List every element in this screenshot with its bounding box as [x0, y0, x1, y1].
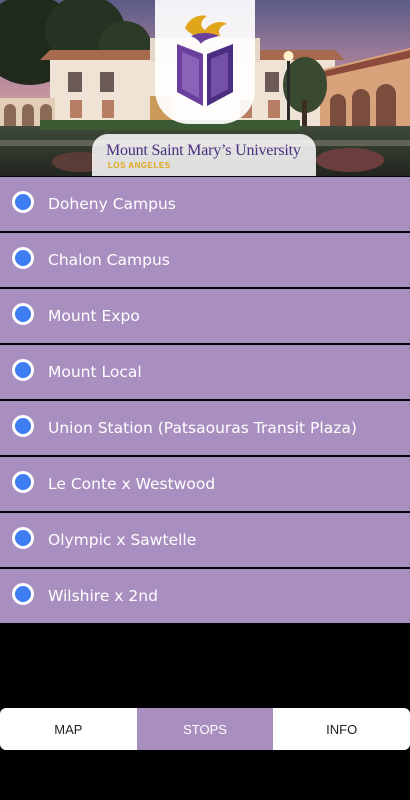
radio-dot-icon [12, 527, 34, 549]
stop-label: Union Station (Patsaouras Transit Plaza) [48, 419, 357, 437]
radio-dot-icon [12, 247, 34, 269]
campus-header-photo: Mount Saint Mary’s University LOS ANGELE… [0, 0, 410, 176]
stop-item-olympic-sawtelle[interactable]: Olympic x Sawtelle [0, 513, 410, 567]
tab-info[interactable]: INFO [273, 708, 410, 750]
app-screen: Mount Saint Mary’s University LOS ANGELE… [0, 0, 410, 800]
bottom-tab-bar: MAP STOPS INFO [0, 708, 410, 750]
stop-item-le-conte-westwood[interactable]: Le Conte x Westwood [0, 457, 410, 511]
stop-item-union-station[interactable]: Union Station (Patsaouras Transit Plaza) [0, 401, 410, 455]
stop-item-mount-local[interactable]: Mount Local [0, 345, 410, 399]
stops-list: Doheny Campus Chalon Campus Mount Expo M… [0, 177, 410, 625]
stop-item-wilshire-2nd[interactable]: Wilshire x 2nd [0, 569, 410, 623]
tab-stops[interactable]: STOPS [136, 708, 274, 750]
university-name-card: Mount Saint Mary’s University LOS ANGELE… [92, 134, 316, 176]
open-book-flame-logo-icon [177, 15, 233, 106]
stop-label: Mount Expo [48, 307, 140, 325]
stop-label: Chalon Campus [48, 251, 170, 269]
stop-item-mount-expo[interactable]: Mount Expo [0, 289, 410, 343]
stop-item-doheny-campus[interactable]: Doheny Campus [0, 177, 410, 231]
university-name: Mount Saint Mary’s University [106, 142, 301, 159]
radio-dot-icon [12, 415, 34, 437]
radio-dot-icon [12, 583, 34, 605]
university-location: LOS ANGELES [108, 161, 171, 170]
radio-dot-icon [12, 303, 34, 325]
university-logo-card [155, 0, 255, 124]
stop-label: Mount Local [48, 363, 142, 381]
stop-label: Olympic x Sawtelle [48, 531, 197, 549]
stop-item-chalon-campus[interactable]: Chalon Campus [0, 233, 410, 287]
stop-label: Doheny Campus [48, 195, 176, 213]
radio-dot-icon [12, 191, 34, 213]
radio-dot-icon [12, 359, 34, 381]
tab-map[interactable]: MAP [0, 708, 137, 750]
stop-label: Le Conte x Westwood [48, 475, 216, 493]
stop-label: Wilshire x 2nd [48, 587, 158, 605]
radio-dot-icon [12, 471, 34, 493]
